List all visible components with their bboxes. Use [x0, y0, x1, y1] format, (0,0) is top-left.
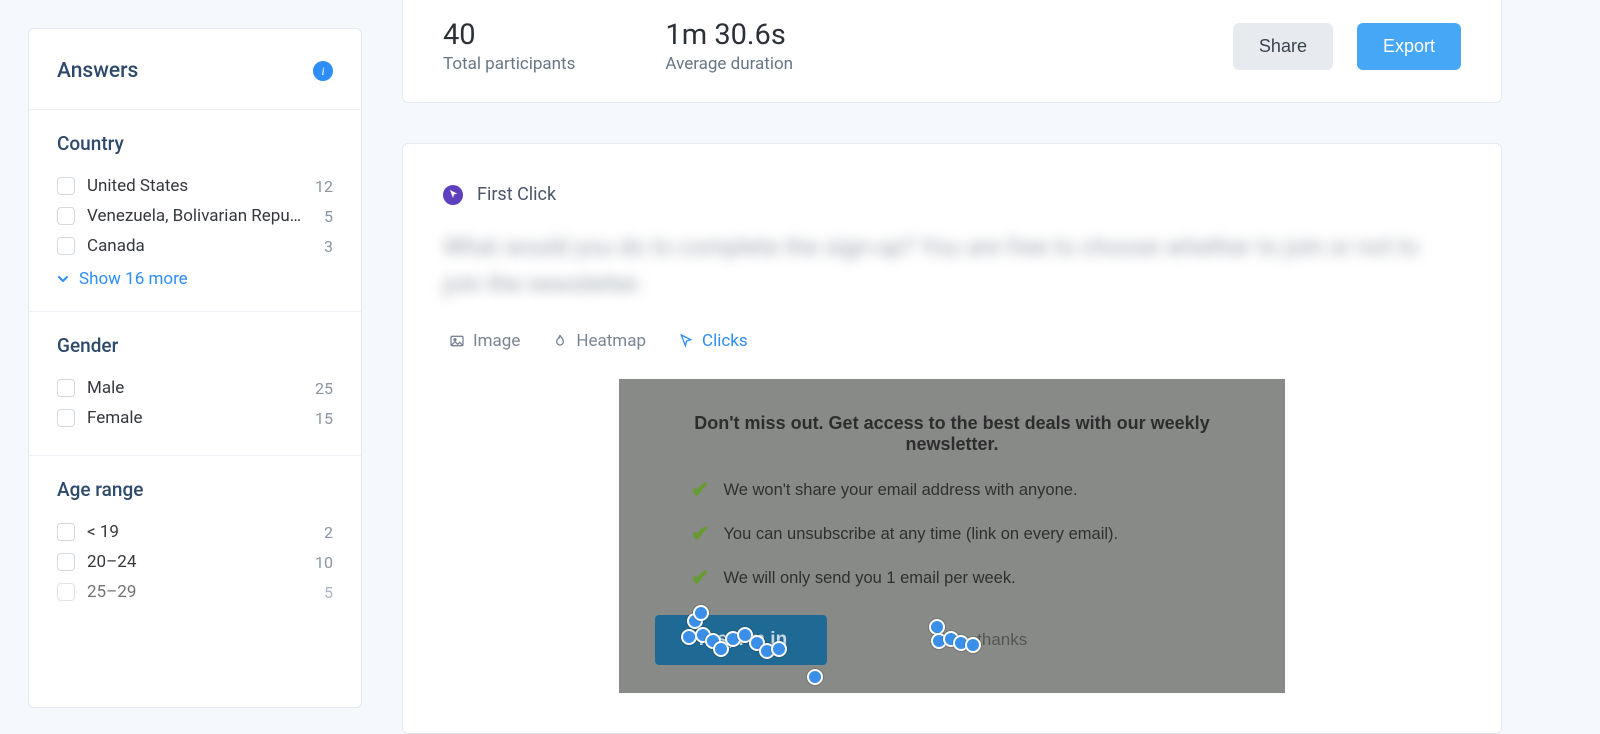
- filter-row-gender-0[interactable]: Male 25: [57, 373, 333, 403]
- tab-image[interactable]: Image: [449, 331, 520, 351]
- checkbox[interactable]: [57, 583, 75, 601]
- filter-group-title: Gender: [57, 334, 333, 357]
- filter-count: 12: [315, 177, 333, 196]
- filter-group-title: Country: [57, 132, 333, 155]
- bullet-text: We won't share your email address with a…: [723, 481, 1077, 500]
- share-button[interactable]: Share: [1233, 23, 1333, 70]
- filter-label: United States: [87, 176, 303, 196]
- capture-area: Don't miss out. Get access to the best d…: [619, 379, 1285, 693]
- filter-label: Canada: [87, 236, 312, 256]
- click-dot: [693, 605, 709, 621]
- filter-label: 20–24: [87, 552, 303, 572]
- filter-row-country-2[interactable]: Canada 3: [57, 231, 333, 261]
- show-more-label: Show 16 more: [79, 269, 188, 289]
- stat-participants: 40 Total participants: [443, 18, 575, 74]
- stat-label: Average duration: [665, 54, 793, 74]
- stats-actions: Share Export: [1233, 23, 1461, 70]
- filter-label: 25–29: [87, 582, 312, 602]
- sidebar-header: Answers i: [29, 29, 361, 110]
- main-column: 40 Total participants 1m 30.6s Average d…: [402, 0, 1502, 715]
- filters-sidebar: Answers i Country United States 12 Venez…: [28, 28, 362, 708]
- filter-count: 25: [315, 379, 333, 398]
- filter-group-title: Age range: [57, 478, 333, 501]
- filter-count: 3: [324, 237, 333, 256]
- capture-headline: Don't miss out. Get access to the best d…: [655, 413, 1249, 455]
- filter-group-country: Country United States 12 Venezuela, Boli…: [29, 110, 361, 312]
- filter-count: 2: [324, 523, 333, 542]
- check-icon: ✔: [691, 565, 709, 591]
- filter-row-age-0[interactable]: < 19 2: [57, 517, 333, 547]
- cursor-icon: [678, 333, 694, 349]
- chevron-down-icon: [57, 273, 69, 285]
- filter-count: 15: [315, 409, 333, 428]
- capture-bullet: ✔ We will only send you 1 email per week.: [691, 565, 1249, 591]
- checkbox[interactable]: [57, 207, 75, 225]
- filter-row-gender-1[interactable]: Female 15: [57, 403, 333, 433]
- first-click-label: First Click: [477, 184, 556, 205]
- first-click-question: What would you do to complete the sign-u…: [443, 229, 1461, 303]
- filter-count: 10: [315, 553, 333, 572]
- checkbox[interactable]: [57, 379, 75, 397]
- export-button[interactable]: Export: [1357, 23, 1461, 70]
- filter-label: Female: [87, 408, 303, 428]
- first-click-header: First Click: [443, 184, 1461, 205]
- capture-bullet: ✔ We won't share your email address with …: [691, 477, 1249, 503]
- tab-label: Clicks: [702, 331, 748, 351]
- stat-value: 1m 30.6s: [665, 18, 793, 52]
- filter-label: Venezuela, Bolivarian Repu…: [87, 206, 312, 226]
- checkbox[interactable]: [57, 409, 75, 427]
- filter-label: < 19: [87, 522, 312, 542]
- tab-heatmap[interactable]: Heatmap: [552, 331, 646, 351]
- stats-card: 40 Total participants 1m 30.6s Average d…: [402, 0, 1502, 103]
- filter-group-age: Age range < 19 2 20–24 10 25–29 5: [29, 456, 361, 629]
- sidebar-title: Answers: [57, 59, 138, 83]
- bullet-text: You can unsubscribe at any time (link on…: [723, 525, 1118, 544]
- show-more-country[interactable]: Show 16 more: [57, 269, 333, 289]
- filter-row-age-1[interactable]: 20–24 10: [57, 547, 333, 577]
- checkbox[interactable]: [57, 553, 75, 571]
- checkbox[interactable]: [57, 523, 75, 541]
- flame-icon: [552, 333, 568, 349]
- first-click-card: First Click What would you do to complet…: [402, 143, 1502, 734]
- view-tabs: Image Heatmap Clicks: [443, 331, 1461, 351]
- filter-row-age-2[interactable]: 25–29 5: [57, 577, 333, 607]
- tab-clicks[interactable]: Clicks: [678, 331, 748, 351]
- click-dot: [771, 641, 787, 657]
- click-dot: [965, 637, 981, 653]
- check-icon: ✔: [691, 477, 709, 503]
- click-dot: [807, 669, 823, 685]
- filter-label: Male: [87, 378, 303, 398]
- info-icon[interactable]: i: [313, 61, 333, 81]
- cursor-icon: [443, 185, 463, 205]
- image-icon: [449, 333, 465, 349]
- capture-bullet: ✔ You can unsubscribe at any time (link o…: [691, 521, 1249, 547]
- filter-group-gender: Gender Male 25 Female 15: [29, 312, 361, 456]
- stat-label: Total participants: [443, 54, 575, 74]
- bullet-text: We will only send you 1 email per week.: [723, 569, 1015, 588]
- stat-value: 40: [443, 18, 575, 52]
- filter-row-country-0[interactable]: United States 12: [57, 171, 333, 201]
- checkbox[interactable]: [57, 237, 75, 255]
- stat-duration: 1m 30.6s Average duration: [665, 18, 793, 74]
- checkbox[interactable]: [57, 177, 75, 195]
- tab-label: Image: [473, 331, 520, 351]
- capture-bullets: ✔ We won't share your email address with …: [691, 477, 1249, 591]
- filter-count: 5: [324, 207, 333, 226]
- filter-count: 5: [324, 583, 333, 602]
- filter-row-country-1[interactable]: Venezuela, Bolivarian Repu… 5: [57, 201, 333, 231]
- tab-label: Heatmap: [576, 331, 646, 351]
- capture-actions: Yes, I'm in thanks: [655, 615, 1249, 665]
- check-icon: ✔: [691, 521, 709, 547]
